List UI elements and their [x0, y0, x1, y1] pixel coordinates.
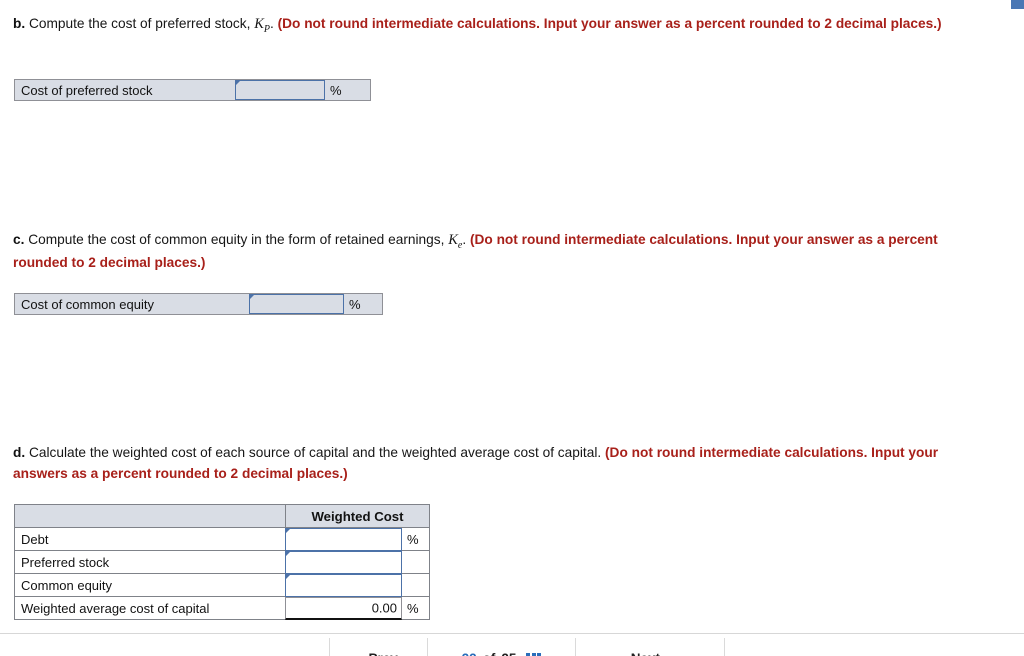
question-b-symbol-period: .	[270, 16, 274, 31]
question-b-symbol: KP	[254, 16, 270, 32]
weighted-cost-unit: %	[402, 528, 430, 551]
prev-arrow-icon: ‹	[359, 651, 363, 656]
prev-button[interactable]: ‹ Prev	[330, 638, 428, 656]
corner-marker	[1010, 0, 1024, 9]
page-total: 25	[501, 651, 516, 656]
input-wrapper: 0.00	[285, 597, 402, 620]
weighted-cost-row-label: Preferred stock	[15, 551, 286, 574]
weighted-cost-header-value: Weighted Cost	[286, 505, 430, 528]
weighted-cost-input[interactable]	[285, 574, 402, 597]
page-current: 22	[462, 651, 477, 656]
next-label: Next	[631, 651, 660, 656]
table-row: Weighted average cost of capital 0.00%	[15, 597, 430, 620]
question-c-symbol: Ke	[448, 232, 462, 248]
question-d-prompt: d. Calculate the weighted cost of each s…	[13, 443, 973, 484]
weighted-cost-value: 0.00	[372, 600, 397, 615]
weighted-cost-input-cell	[286, 528, 402, 551]
weighted-cost-input[interactable]	[285, 528, 402, 551]
cost-of-common-equity-input[interactable]	[249, 294, 344, 314]
bottom-navigation-bar: ‹ Prev 22 of 25 Next ›	[0, 633, 1024, 656]
table-row: Preferred stock	[15, 551, 430, 574]
weighted-cost-input: 0.00	[285, 597, 402, 620]
question-c-text: Compute the cost of common equity in the…	[28, 232, 444, 247]
weighted-cost-row-label: Debt	[15, 528, 286, 551]
next-arrow-icon: ›	[665, 651, 669, 656]
question-b-text: Compute the cost of preferred stock,	[29, 16, 250, 31]
weighted-cost-input-cell	[286, 551, 402, 574]
weighted-cost-unit	[402, 551, 430, 574]
weighted-cost-unit: %	[402, 597, 430, 620]
weighted-cost-input-cell: 0.00	[286, 597, 402, 620]
input-wrapper	[285, 574, 402, 597]
weighted-cost-table-header-row: Weighted Cost	[15, 505, 430, 528]
input-wrapper	[285, 528, 402, 551]
cost-of-preferred-stock-caption: Cost of preferred stock	[15, 80, 235, 100]
table-row: Common equity	[15, 574, 430, 597]
question-b-label: b.	[13, 16, 25, 31]
weighted-cost-input[interactable]	[285, 551, 402, 574]
question-b-prompt: b. Compute the cost of preferred stock, …	[13, 14, 973, 37]
next-button[interactable]: Next ›	[576, 638, 724, 656]
question-d-text: Calculate the weighted cost of each sour…	[29, 445, 601, 460]
cost-of-common-equity-caption: Cost of common equity	[15, 294, 249, 314]
page-counter[interactable]: 22 of 25	[428, 638, 576, 656]
weighted-cost-table: Weighted Cost Debt%Preferred stockCommon…	[14, 504, 430, 620]
weighted-cost-unit	[402, 574, 430, 597]
weighted-cost-row-label: Weighted average cost of capital	[15, 597, 286, 620]
cost-of-common-equity-table: Cost of common equity %	[14, 293, 383, 315]
cost-of-preferred-stock-input[interactable]	[235, 80, 325, 100]
cost-of-preferred-stock-unit: %	[325, 80, 370, 100]
question-b-note: (Do not round intermediate calculations.…	[278, 16, 942, 31]
question-c-symbol-period: .	[462, 232, 466, 247]
weighted-cost-input-cell	[286, 574, 402, 597]
table-row: Debt%	[15, 528, 430, 551]
question-c-prompt: c. Compute the cost of common equity in …	[13, 230, 973, 273]
page-of: of	[483, 651, 496, 656]
navigation-controls: ‹ Prev 22 of 25 Next ›	[329, 638, 725, 656]
question-d-label: d.	[13, 445, 25, 460]
weighted-cost-header-blank	[15, 505, 286, 528]
prev-label: Prev	[369, 651, 398, 656]
weighted-cost-row-label: Common equity	[15, 574, 286, 597]
cost-of-preferred-stock-table: Cost of preferred stock %	[14, 79, 371, 101]
question-c-label: c.	[13, 232, 24, 247]
input-wrapper	[285, 551, 402, 574]
cost-of-common-equity-unit: %	[344, 294, 382, 314]
